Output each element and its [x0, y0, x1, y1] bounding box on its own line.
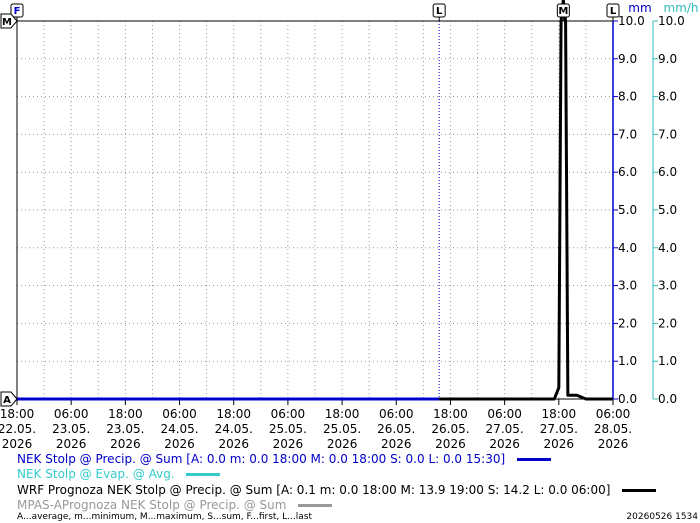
y-tick-label-mmh: 9.0 [658, 52, 677, 66]
x-tick-date: 27.05. [486, 422, 524, 436]
axis-marker-label: M [2, 17, 12, 28]
y-axis-unit-mm: mm [628, 1, 651, 15]
abbreviation-key: A...average, m...minimum, M...maximum, S… [17, 512, 312, 522]
x-tick-time: 06:00 [596, 407, 631, 421]
legend-item-mpas-precip-sum: MPAS-APrognoza NEK Stolp @ Precip. @ Sum [17, 498, 333, 512]
x-tick-year: 2026 [164, 437, 195, 450]
y-tick-label-mmh: 5.0 [658, 203, 677, 217]
x-tick-time: 18:00 [433, 407, 468, 421]
legend-item-precip-sum: NEK Stolp @ Precip. @ Sum [A: 0.0 m: 0.0… [17, 452, 551, 466]
x-tick-year: 2026 [489, 437, 520, 450]
x-tick-time: 18:00 [542, 407, 577, 421]
x-tick-year: 2026 [381, 437, 412, 450]
x-tick-date: 25.05. [269, 422, 307, 436]
y-tick-label-mm: 2.0 [618, 316, 637, 330]
legend-swatch [298, 504, 333, 507]
legend-item-wrf-precip-sum: WRF Prognoza NEK Stolp @ Precip. @ Sum [… [17, 483, 657, 497]
y-tick-label-mm: 4.0 [618, 241, 637, 255]
x-tick-time: 06:00 [162, 407, 197, 421]
x-tick-date: 26.05. [377, 422, 415, 436]
x-tick-time: 06:00 [487, 407, 522, 421]
x-tick-date: 22.05. [0, 422, 36, 436]
legend-swatch [516, 458, 551, 461]
precipitation-chart: F L M LMA 18:0022.05.202606:0023.05.202618:… [0, 0, 700, 450]
y-tick-label-mmh: 2.0 [658, 316, 677, 330]
y-tick-label-mmh: 8.0 [658, 90, 677, 104]
y-tick-label-mm: 10.0 [618, 14, 645, 28]
y-tick-label-mmh: 1.0 [658, 354, 677, 368]
legend-label: NEK Stolp @ Precip. @ Sum [A: 0.0 m: 0.0… [17, 452, 506, 466]
y-tick-label-mm: 3.0 [618, 279, 637, 293]
x-tick-year: 2026 [598, 437, 629, 450]
legend-label: NEK Stolp @ Evap. @ Avg. [17, 467, 175, 481]
y-tick-label-mm: 6.0 [618, 165, 637, 179]
x-tick-year: 2026 [2, 437, 33, 450]
x-tick-time: 18:00 [325, 407, 360, 421]
y-tick-label-mm: 8.0 [618, 90, 637, 104]
x-tick-time: 06:00 [379, 407, 414, 421]
timestamp: 20260526 1534 [626, 512, 698, 522]
x-tick-date: 25.05. [323, 422, 361, 436]
y-tick-label-mm: 7.0 [618, 127, 637, 141]
y-tick-label-mmh: 6.0 [658, 165, 677, 179]
x-tick-time: 18:00 [108, 407, 143, 421]
x-tick-time: 18:00 [216, 407, 251, 421]
y-tick-label-mm: 5.0 [618, 203, 637, 217]
marker-label: L [610, 6, 617, 17]
x-tick-date: 23.05. [106, 422, 144, 436]
x-tick-date: 26.05. [431, 422, 469, 436]
marker-label: L [436, 6, 443, 17]
x-tick-year: 2026 [218, 437, 249, 450]
x-tick-date: 27.05. [540, 422, 578, 436]
legend-item-evap-avg: NEK Stolp @ Evap. @ Avg. [17, 467, 221, 481]
x-tick-year: 2026 [56, 437, 87, 450]
y-tick-label-mmh: 7.0 [658, 127, 677, 141]
x-tick-date: 24.05. [160, 422, 198, 436]
y-tick-label-mmh: 10.0 [658, 14, 685, 28]
x-tick-year: 2026 [273, 437, 304, 450]
x-tick-date: 24.05. [215, 422, 253, 436]
y-tick-label-mm: 0.0 [618, 392, 637, 406]
marker-label: F [14, 6, 21, 17]
x-tick-time: 18:00 [0, 407, 34, 421]
y-tick-label-mm: 9.0 [618, 52, 637, 66]
x-tick-year: 2026 [327, 437, 358, 450]
x-tick-year: 2026 [110, 437, 141, 450]
marker-label: M [558, 6, 568, 17]
axis-marker-label: A [3, 395, 11, 406]
x-tick-date: 23.05. [52, 422, 90, 436]
legend-swatch [186, 473, 221, 476]
legend-label: MPAS-APrognoza NEK Stolp @ Precip. @ Sum [17, 498, 287, 512]
x-tick-time: 06:00 [271, 407, 306, 421]
y-tick-label-mmh: 3.0 [658, 279, 677, 293]
x-tick-year: 2026 [435, 437, 466, 450]
y-tick-label-mmh: 4.0 [658, 241, 677, 255]
x-tick-year: 2026 [544, 437, 575, 450]
x-tick-date: 28.05. [594, 422, 632, 436]
y-axis-unit-mmh: mm/h [663, 1, 698, 15]
y-tick-label-mm: 1.0 [618, 354, 637, 368]
y-tick-label-mmh: 0.0 [658, 392, 677, 406]
x-tick-time: 06:00 [54, 407, 89, 421]
legend-swatch [622, 489, 657, 492]
legend-label: WRF Prognoza NEK Stolp @ Precip. @ Sum [… [17, 483, 611, 497]
